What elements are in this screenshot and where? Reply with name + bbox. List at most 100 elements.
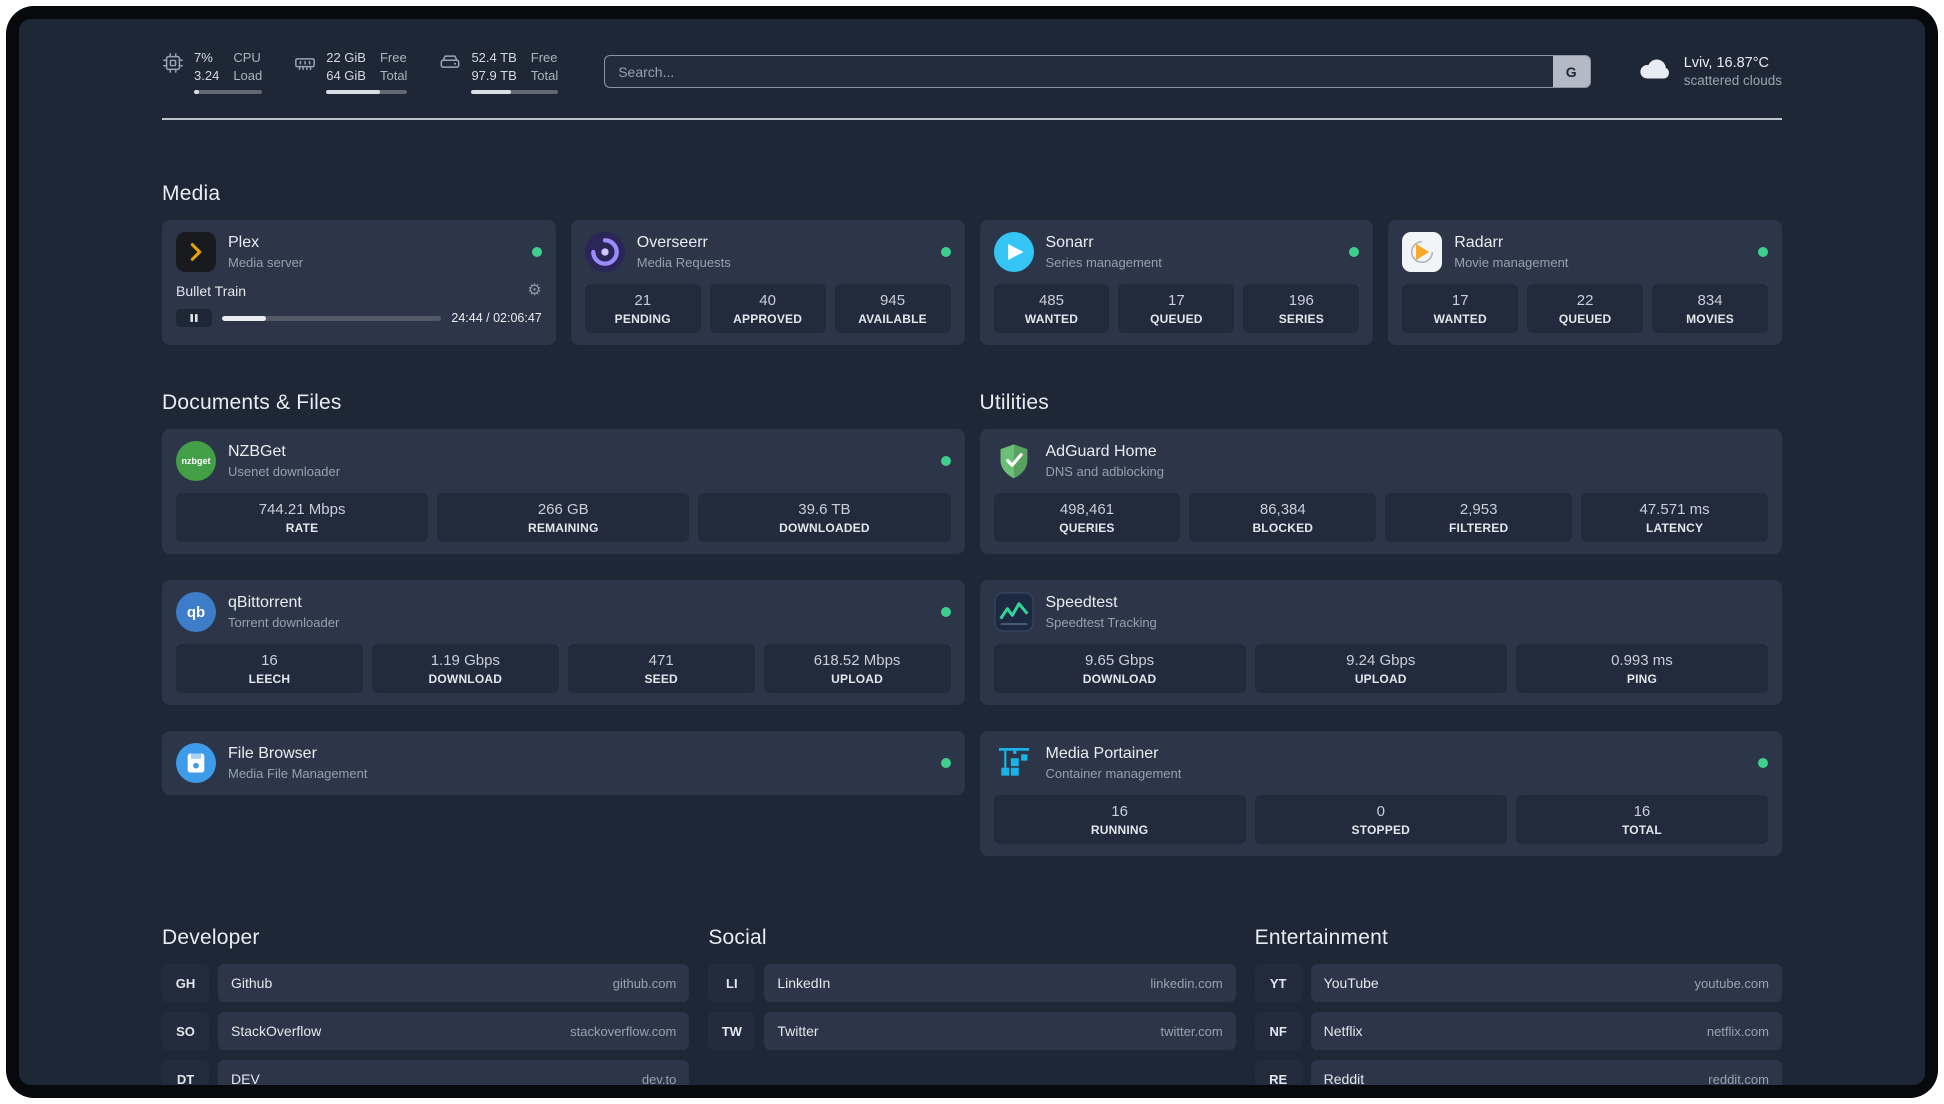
- service-card-qbittorrent[interactable]: qb qBittorrent Torrent downloader 16 LEE…: [162, 580, 965, 706]
- overseerr-icon: [584, 232, 625, 273]
- bookmark-youtube[interactable]: YT YouTube youtube.com: [1254, 964, 1782, 1003]
- stat-label: APPROVED: [733, 312, 803, 327]
- pause-button[interactable]: [176, 309, 212, 328]
- stat-tile: 16 RUNNING: [993, 795, 1246, 845]
- disk-usage-bar: [471, 90, 559, 95]
- search-input[interactable]: [604, 55, 1553, 89]
- stat-label: SERIES: [1278, 312, 1324, 327]
- stat-label: REMAINING: [528, 521, 599, 536]
- stat-label: DOWNLOAD: [1082, 672, 1157, 687]
- settings-gear-icon[interactable]: ⚙: [527, 283, 541, 299]
- service-card-adguard[interactable]: AdGuard Home DNS and adblocking 498,461 …: [979, 429, 1782, 555]
- service-subtitle: DNS and adblocking: [1045, 464, 1165, 480]
- section-title-social: Social: [708, 926, 767, 950]
- status-dot-online: [940, 758, 951, 769]
- bookmark-dev[interactable]: DT DEV dev.to: [162, 1060, 690, 1085]
- status-dot-online: [531, 247, 542, 258]
- stat-value: 1.19 Gbps: [430, 652, 500, 670]
- stat-tile: 40 APPROVED: [709, 284, 826, 334]
- disk-total-value: 97.9 TB: [471, 68, 517, 84]
- bookmark-linkedin[interactable]: LI LinkedIn linkedin.com: [708, 964, 1236, 1003]
- stat-value: 834: [1697, 292, 1723, 310]
- status-dot-online: [1758, 758, 1768, 769]
- stat-value: 9.24 Gbps: [1346, 652, 1416, 670]
- stat-tile: 744.21 Mbps RATE: [176, 493, 429, 543]
- cpu-widget: 7% 3.24 CPU Load: [162, 49, 263, 95]
- stat-value: 196: [1288, 292, 1314, 310]
- playback-progress-bar[interactable]: [222, 315, 442, 321]
- stat-label: UPLOAD: [1354, 672, 1407, 687]
- filebrowser-icon: [176, 743, 216, 784]
- stat-value: 945: [880, 292, 906, 310]
- service-card-portainer[interactable]: Media Portainer Container management 16 …: [979, 731, 1782, 857]
- section-utilities: Utilities AdGuard Home DNS and adblockin…: [979, 391, 1782, 857]
- cloud-icon: [1637, 56, 1673, 88]
- stat-tile: 39.6 TB DOWNLOADED: [698, 493, 951, 543]
- stat-label: MOVIES: [1686, 312, 1734, 327]
- bookmark-stackoverflow[interactable]: SO StackOverflow stackoverflow.com: [162, 1012, 690, 1051]
- status-dot-online: [940, 607, 951, 618]
- service-name: qBittorrent: [228, 594, 302, 612]
- bookmark-name: StackOverflow: [231, 1023, 322, 1040]
- service-card-radarr[interactable]: Radarr Movie management 17 WANTED 22 QUE…: [1388, 220, 1782, 346]
- playback-time: 24:44 / 02:06:47: [451, 311, 542, 326]
- stat-label: PING: [1626, 672, 1657, 687]
- stat-value: 17: [1451, 292, 1469, 310]
- service-card-overseerr[interactable]: Overseerr Media Requests 21 PENDING 40 A…: [570, 220, 965, 346]
- topbar-divider: [162, 118, 1782, 121]
- bookmark-name: Reddit: [1323, 1071, 1365, 1085]
- service-name: NZBGet: [228, 443, 286, 461]
- service-subtitle: Torrent downloader: [228, 615, 340, 631]
- stat-label: SEED: [644, 672, 678, 687]
- search-provider-button[interactable]: G: [1552, 55, 1591, 89]
- resource-widgets: 7% 3.24 CPU Load 22 GiB 64 GiB Free Tota…: [162, 49, 559, 95]
- weather-widget: Lviv, 16.87°C scattered clouds: [1637, 55, 1782, 88]
- service-name: File Browser: [228, 745, 317, 763]
- bookmark-abbr: RE: [1254, 1060, 1302, 1085]
- disk-icon: [439, 52, 461, 74]
- bookmark-domain: stackoverflow.com: [570, 1023, 677, 1039]
- bookmark-twitter[interactable]: TW Twitter twitter.com: [708, 1012, 1236, 1051]
- stat-value: 744.21 Mbps: [258, 501, 346, 519]
- stat-tile: 22 QUEUED: [1527, 284, 1644, 334]
- memory-total-value: 64 GiB: [326, 68, 366, 84]
- service-card-filebrowser[interactable]: File Browser Media File Management: [162, 731, 965, 796]
- plex-icon: [176, 232, 216, 273]
- service-subtitle: Media Requests: [636, 255, 731, 271]
- cpu-usage-value: 7%: [194, 50, 213, 65]
- bookmark-abbr: YT: [1254, 964, 1302, 1003]
- sonarr-icon: [993, 232, 1034, 273]
- service-card-nzbget[interactable]: nzbget NZBGet Usenet downloader 744.21 M…: [162, 429, 965, 555]
- bookmark-domain: linkedin.com: [1150, 975, 1223, 991]
- status-dot-online: [1758, 247, 1768, 258]
- stat-tile: 618.52 Mbps UPLOAD: [763, 644, 951, 694]
- service-card-speedtest[interactable]: Speedtest Speedtest Tracking 9.65 Gbps D…: [979, 580, 1782, 706]
- stat-tile: 9.65 Gbps DOWNLOAD: [993, 644, 1246, 694]
- stat-label: QUERIES: [1059, 521, 1115, 536]
- stat-tile: 471 SEED: [567, 644, 755, 694]
- section-media: Media Plex Media server Bullet Train ⚙ 2…: [162, 182, 1782, 346]
- bookmark-reddit[interactable]: RE Reddit reddit.com: [1254, 1060, 1782, 1085]
- bookmark-netflix[interactable]: NF Netflix netflix.com: [1254, 1012, 1782, 1051]
- stat-tile: 0.993 ms PING: [1515, 644, 1769, 694]
- stat-value: 618.52 Mbps: [813, 652, 901, 670]
- stat-value: 39.6 TB: [798, 501, 851, 519]
- bookmark-github[interactable]: GH Github github.com: [162, 964, 690, 1003]
- service-card-plex[interactable]: Plex Media server Bullet Train ⚙ 24:44 /…: [162, 220, 556, 346]
- bookmark-domain: youtube.com: [1694, 975, 1769, 991]
- section-developer: Developer GH Github github.com SO StackO…: [162, 926, 690, 1085]
- radarr-icon: [1402, 232, 1443, 273]
- stat-value: 22: [1576, 292, 1594, 310]
- stat-tile: 86,384 BLOCKED: [1189, 493, 1377, 543]
- stat-value: 40: [759, 292, 776, 310]
- status-dot-online: [1349, 247, 1360, 258]
- section-title-developer: Developer: [162, 926, 260, 950]
- window-frame: 7% 3.24 CPU Load 22 GiB 64 GiB Free Tota…: [6, 6, 1938, 1098]
- service-name: Sonarr: [1045, 234, 1094, 252]
- portainer-icon: [994, 743, 1034, 783]
- status-dot-online: [940, 456, 951, 467]
- now-playing-title: Bullet Train: [176, 283, 247, 300]
- bookmark-name: YouTube: [1323, 975, 1379, 992]
- service-card-sonarr[interactable]: Sonarr Series management 485 WANTED 17 Q…: [979, 220, 1374, 346]
- memory-usage-bar: [326, 90, 408, 95]
